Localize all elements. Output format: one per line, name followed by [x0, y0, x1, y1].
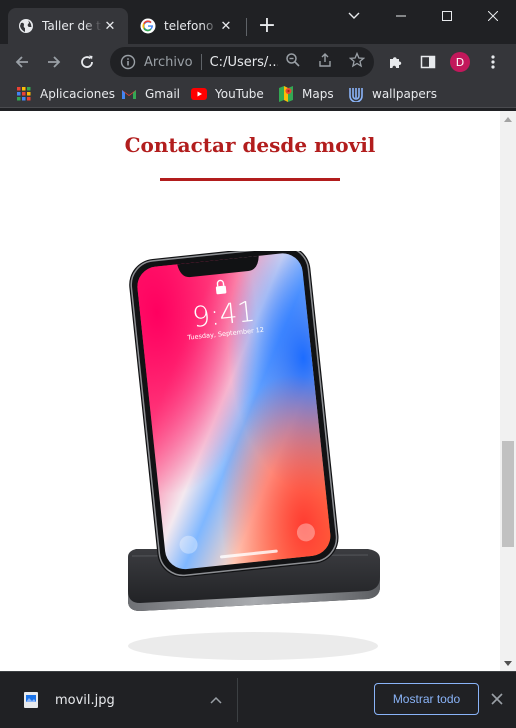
bookmark-label: Aplicaciones	[40, 87, 115, 101]
extensions-button[interactable]	[382, 48, 410, 76]
bookmarks-bar: Aplicaciones Gmail YouTube Maps wallpape…	[0, 80, 516, 108]
bookmark-label: Gmail	[145, 87, 181, 101]
tab-title: telefono movil	[164, 19, 218, 33]
close-icon[interactable]: ✕	[218, 18, 234, 34]
share-icon[interactable]	[316, 51, 334, 69]
address-divider	[200, 54, 202, 70]
maximize-button[interactable]	[424, 0, 470, 32]
globe-icon	[18, 18, 34, 34]
tab-separator	[246, 18, 247, 36]
title-underline	[160, 178, 340, 181]
tab-taller[interactable]: Taller de tiro ✕	[8, 8, 128, 44]
back-button[interactable]	[8, 48, 36, 76]
info-icon[interactable]	[120, 54, 136, 70]
browser-window: Taller de tiro ✕ telefono movil ✕ +	[0, 0, 516, 728]
new-tab-button[interactable]: +	[254, 14, 280, 40]
bookmark-label: YouTube	[215, 87, 264, 101]
kebab-menu-icon	[491, 55, 495, 69]
apps-grid-icon	[16, 86, 32, 102]
arrow-left-icon	[15, 56, 28, 68]
close-icon	[491, 693, 503, 705]
show-all-downloads-button[interactable]: Mostrar todo	[374, 683, 479, 715]
zoom-icon[interactable]	[284, 51, 302, 69]
wallpapers-icon	[348, 86, 364, 102]
tab-telefono[interactable]: telefono movil ✕	[130, 8, 244, 44]
puzzle-icon	[390, 57, 402, 68]
side-panel-button[interactable]	[414, 48, 442, 76]
address-bar[interactable]: Archivo C:/Users/...	[110, 47, 374, 77]
side-panel-icon	[420, 55, 436, 69]
download-shelf: movil.jpg Mostrar todo	[0, 671, 516, 728]
chevron-down-icon	[348, 12, 360, 19]
base-shadow	[128, 632, 378, 660]
tab-title: Taller de tiro	[42, 19, 102, 33]
star-icon[interactable]	[348, 51, 366, 69]
phone-on-wireless-charger-image: 9:41 Tuesday, September 12	[128, 251, 380, 660]
page-viewport[interactable]: Contactar desde movil 9:41 Tuesday, Sept…	[0, 111, 516, 671]
bookmark-label: wallpapers	[372, 87, 437, 101]
scheme-label: Archivo	[144, 54, 193, 70]
window-close-button[interactable]	[470, 0, 516, 32]
close-shelf-button[interactable]	[487, 689, 507, 709]
maximize-icon	[442, 11, 452, 21]
close-icon	[488, 11, 498, 21]
google-icon	[140, 18, 156, 34]
bookmark-label: Maps	[302, 87, 334, 101]
shelf-separator	[237, 678, 238, 722]
scroll-up-arrow[interactable]	[500, 111, 516, 127]
maps-icon	[278, 86, 294, 102]
close-icon[interactable]: ✕	[102, 18, 118, 34]
gmail-icon	[121, 86, 137, 102]
menu-button[interactable]	[479, 48, 507, 76]
chevron-up-icon[interactable]	[208, 692, 224, 708]
arrow-right-icon	[48, 56, 61, 68]
vertical-scrollbar[interactable]	[500, 111, 516, 671]
minimize-button[interactable]	[378, 0, 424, 32]
avatar[interactable]: D	[450, 52, 470, 72]
image-file-icon	[24, 692, 38, 708]
forward-button[interactable]	[40, 48, 68, 76]
download-file-name: movil.jpg	[55, 692, 115, 708]
bookmark-wallpapers[interactable]: wallpapers	[348, 84, 437, 104]
download-item[interactable]: movil.jpg	[18, 682, 232, 718]
scroll-down-arrow[interactable]	[500, 655, 516, 671]
lock-icon	[215, 285, 227, 295]
bookmark-maps[interactable]: Maps	[278, 84, 334, 104]
minimize-icon	[396, 15, 406, 17]
toolbar: Archivo C:/Users/... D	[0, 44, 516, 80]
bookmark-gmail[interactable]: Gmail	[121, 84, 180, 104]
reload-button[interactable]	[73, 48, 101, 76]
reload-icon	[81, 55, 93, 68]
url-text[interactable]: C:/Users/...	[210, 55, 278, 70]
bookmark-aplicaciones[interactable]: Aplicaciones	[16, 84, 115, 104]
page-title: Contactar desde movil	[124, 133, 376, 157]
tab-strip: Taller de tiro ✕ telefono movil ✕ +	[0, 0, 516, 44]
tab-search-button[interactable]	[342, 6, 366, 26]
bookmark-youtube[interactable]: YouTube	[191, 84, 264, 104]
scroll-thumb[interactable]	[502, 441, 514, 547]
youtube-icon	[191, 86, 207, 102]
